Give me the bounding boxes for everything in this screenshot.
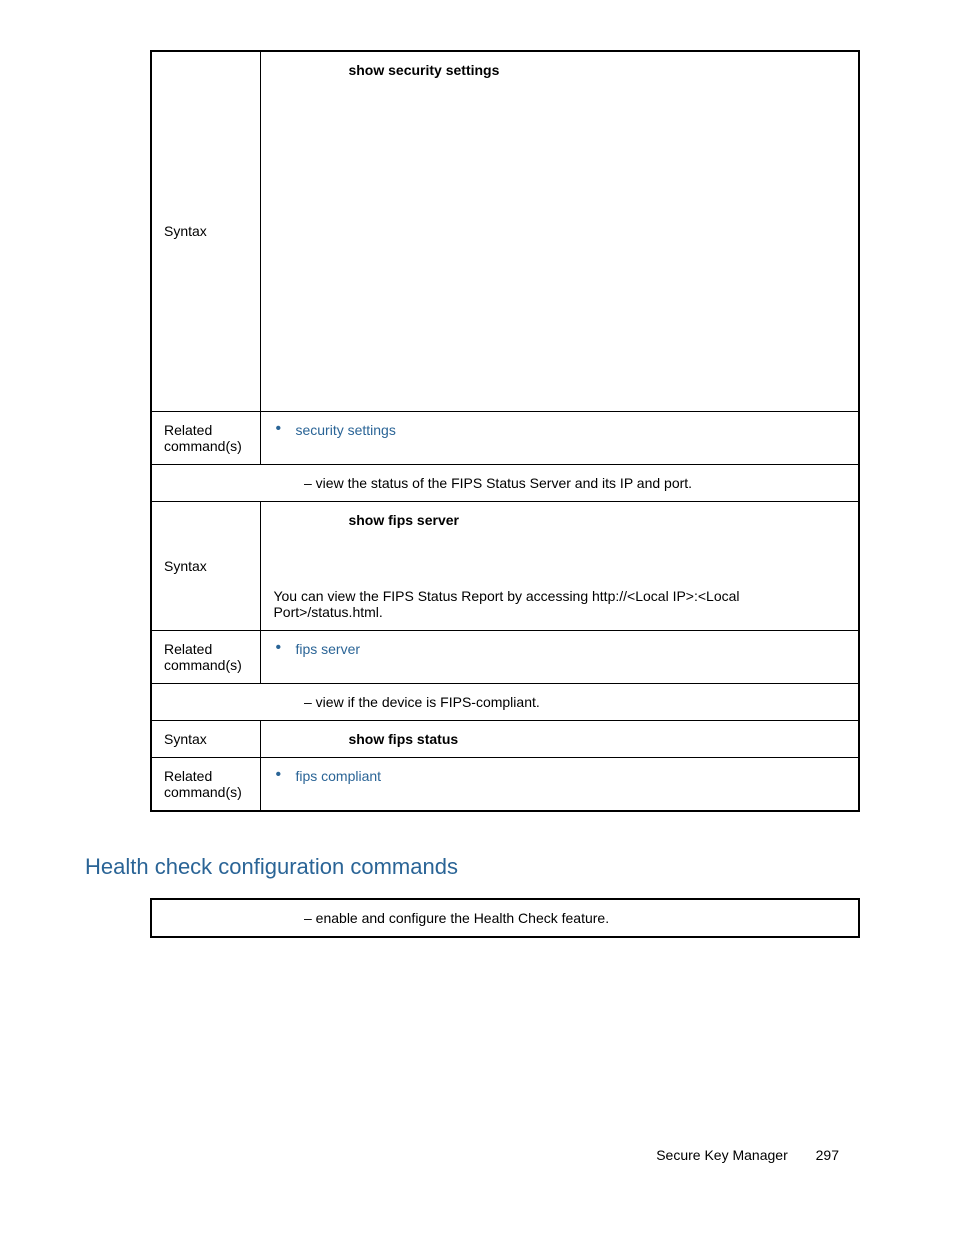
- page-number: 297: [816, 1147, 839, 1163]
- related-command-link[interactable]: security settings: [295, 422, 395, 438]
- command-reference-table: Syntax show security settings Related co…: [150, 50, 860, 812]
- section-heading: Health check configuration commands: [85, 854, 859, 880]
- related-command-link[interactable]: fips server: [295, 641, 360, 657]
- related-commands-content: fips server: [261, 630, 859, 683]
- description-text: – view the status of the FIPS Status Ser…: [164, 475, 846, 491]
- syntax-label: Syntax: [151, 720, 261, 757]
- syntax-label: Syntax: [151, 501, 261, 630]
- syntax-content: show fips server You can view the FIPS S…: [261, 501, 859, 630]
- description-row: – view if the device is FIPS-compliant.: [151, 683, 859, 720]
- related-commands-content: security settings: [261, 411, 859, 464]
- health-check-table: – enable and configure the Health Check …: [150, 898, 860, 938]
- description-text: – view if the device is FIPS-compliant.: [164, 694, 846, 710]
- related-commands-label: Related command(s): [151, 411, 261, 464]
- command-text: show security settings: [273, 62, 846, 78]
- related-commands-label: Related command(s): [151, 630, 261, 683]
- syntax-content: show fips status: [261, 720, 859, 757]
- syntax-content: show security settings: [261, 51, 859, 411]
- footer-title: Secure Key Manager: [656, 1147, 788, 1163]
- description-text: – enable and configure the Health Check …: [164, 910, 846, 926]
- syntax-note: You can view the FIPS Status Report by a…: [273, 588, 846, 620]
- command-text: show fips server: [273, 512, 846, 528]
- related-commands-content: fips compliant: [261, 757, 859, 811]
- related-commands-label: Related command(s): [151, 757, 261, 811]
- command-text: show fips status: [273, 731, 846, 747]
- related-command-link[interactable]: fips compliant: [295, 768, 381, 784]
- page-footer: Secure Key Manager 297: [656, 1147, 839, 1163]
- syntax-label: Syntax: [151, 51, 261, 411]
- description-row: – view the status of the FIPS Status Ser…: [151, 464, 859, 501]
- description-row: – enable and configure the Health Check …: [151, 899, 859, 937]
